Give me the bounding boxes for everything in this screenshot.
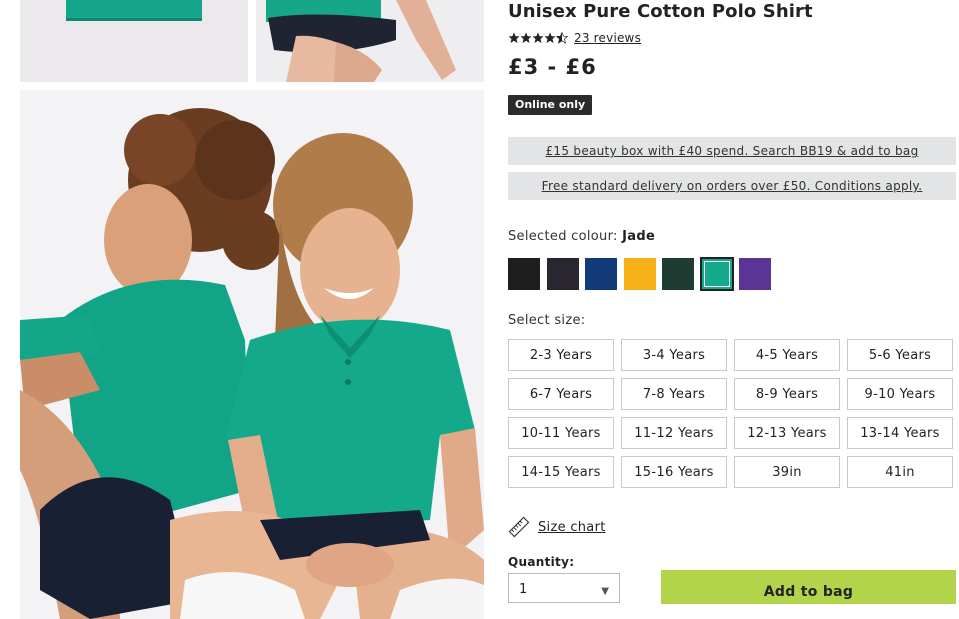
star-full-icon <box>544 32 556 43</box>
size-option-2-3-years[interactable]: 2-3 Years <box>508 339 614 371</box>
ruler-icon <box>508 516 530 538</box>
quantity-row: 1 ▼ Add to bag <box>508 570 958 604</box>
quantity-label: Quantity: <box>508 555 575 569</box>
star-full-icon <box>520 32 532 43</box>
size-option-6-7-years[interactable]: 6-7 Years <box>508 378 614 410</box>
size-option-3-4-years[interactable]: 3-4 Years <box>621 339 727 371</box>
size-option-15-16-years[interactable]: 15-16 Years <box>621 456 727 488</box>
reviews-link[interactable]: 23 reviews <box>574 31 641 45</box>
colour-swatch-charcoal[interactable] <box>546 258 579 290</box>
star-rating <box>508 32 568 44</box>
colour-swatch-black[interactable] <box>508 258 540 290</box>
size-option-10-11-years[interactable]: 10-11 Years <box>508 417 614 449</box>
price-range: £3 - £6 <box>508 55 597 79</box>
colour-swatch-purple[interactable] <box>739 258 771 290</box>
quantity-select[interactable]: 1 ▼ <box>508 573 620 603</box>
size-chart-link[interactable]: Size chart <box>538 520 606 535</box>
product-gallery <box>0 0 500 619</box>
chevron-down-icon: ▼ <box>601 586 609 597</box>
size-option-13-14-years[interactable]: 13-14 Years <box>847 417 953 449</box>
size-chart-row[interactable]: Size chart <box>508 515 958 539</box>
product-title: Unisex Pure Cotton Polo Shirt <box>508 1 813 22</box>
rating-row: 23 reviews <box>508 30 958 46</box>
size-option-8-9-years[interactable]: 8-9 Years <box>734 378 840 410</box>
size-option-4-5-years[interactable]: 4-5 Years <box>734 339 840 371</box>
product-info-panel: Unisex Pure Cotton Polo Shirt 23 reviews… <box>508 0 958 604</box>
size-option-5-6-years[interactable]: 5-6 Years <box>847 339 953 371</box>
size-option-11-12-years[interactable]: 11-12 Years <box>621 417 727 449</box>
promo-banner-free-delivery[interactable]: Free standard delivery on orders over £5… <box>508 172 956 200</box>
size-option-9-10-years[interactable]: 9-10 Years <box>847 378 953 410</box>
colour-swatch-navy[interactable] <box>585 258 617 290</box>
size-option-39in[interactable]: 39in <box>734 456 840 488</box>
size-option-12-13-years[interactable]: 12-13 Years <box>734 417 840 449</box>
size-option-7-8-years[interactable]: 7-8 Years <box>621 378 727 410</box>
add-to-bag-button[interactable]: Add to bag <box>661 570 956 604</box>
main-product-photo[interactable] <box>20 90 484 619</box>
select-size-label: Select size: <box>508 313 586 328</box>
gallery-thumbnail-folded-shirt[interactable] <box>20 0 248 82</box>
selected-colour-label: Selected colour: <box>508 229 618 244</box>
colour-swatch-jade[interactable] <box>699 257 734 291</box>
online-only-badge: Online only <box>508 95 593 115</box>
colour-swatch-bottle-green[interactable] <box>662 258 694 290</box>
size-option-14-15-years[interactable]: 14-15 Years <box>508 456 614 488</box>
gallery-thumbnail-model[interactable] <box>256 0 484 82</box>
size-grid: 2-3 Years 3-4 Years 4-5 Years 5-6 Years … <box>508 339 958 488</box>
star-full-icon <box>508 32 520 43</box>
star-full-icon <box>532 32 544 43</box>
selected-colour-row: Selected colour: Jade <box>508 229 958 244</box>
star-half-icon <box>556 32 568 44</box>
selected-colour-value: Jade <box>622 229 656 244</box>
colour-swatches <box>508 257 958 291</box>
promo-banner-beauty-box[interactable]: £15 beauty box with £40 spend. Search BB… <box>508 137 956 165</box>
quantity-value: 1 <box>519 582 528 597</box>
colour-swatch-yellow[interactable] <box>623 258 656 290</box>
size-option-41in[interactable]: 41in <box>847 456 953 488</box>
